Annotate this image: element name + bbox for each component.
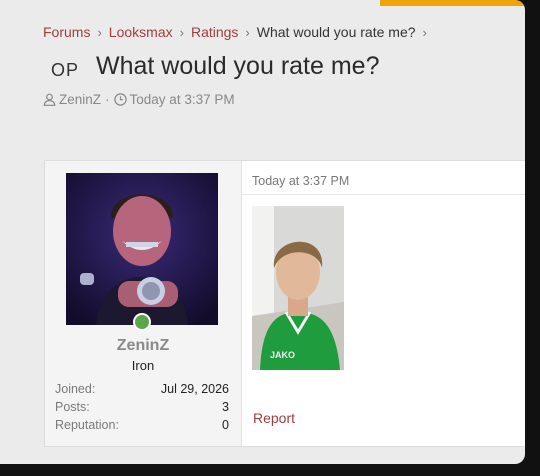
stat-label: Posts: [55,400,90,414]
stat-reputation: Reputation: 0 [55,416,229,434]
chevron-right-icon: › [179,24,184,40]
meta-separator: · [105,92,110,107]
post-message: ZeninZ Iron Joined: Jul 29, 2026 Posts: … [44,160,525,447]
breadcrumb-ratings[interactable]: Ratings [191,24,238,40]
jersey-text: JAKO [270,350,295,360]
thread-prefix-badge: OP [51,60,80,80]
breadcrumb: Forums › Looksmax › Ratings › What would… [43,24,434,40]
thread-time-link[interactable]: Today at 3:37 PM [130,92,235,107]
stat-posts: Posts: 3 [55,398,229,416]
stat-joined: Joined: Jul 29, 2026 [55,380,229,398]
breadcrumb-looksmax[interactable]: Looksmax [109,24,173,40]
breadcrumb-current-thread[interactable]: What would you rate me? [257,24,416,40]
thread-meta: ZeninZ · Today at 3:37 PM [43,92,235,107]
post-attachment-image[interactable]: JAKO [252,206,344,370]
post-timestamp[interactable]: Today at 3:37 PM [252,174,349,188]
accent-bar [380,0,525,6]
chevron-right-icon: › [422,24,427,40]
user-rank: Iron [131,358,155,373]
page-panel: Forums › Looksmax › Ratings › What would… [0,0,525,464]
chevron-right-icon: › [245,24,250,40]
post-header-divider [242,194,525,195]
report-link[interactable]: Report [253,410,295,426]
page-title: What would you rate me? [96,52,380,80]
post-username[interactable]: ZeninZ [45,337,241,355]
breadcrumb-forums[interactable]: Forums [43,24,90,40]
user-stats: Joined: Jul 29, 2026 Posts: 3 Reputation… [55,380,229,434]
user-icon [43,93,56,106]
stat-label: Reputation: [55,418,119,432]
stat-label: Joined: [55,382,96,396]
chevron-right-icon: › [97,24,102,40]
stat-value: 3 [222,400,229,414]
post-user-panel: ZeninZ Iron Joined: Jul 29, 2026 Posts: … [45,161,242,446]
stat-value: Jul 29, 2026 [160,382,229,396]
online-status-indicator [133,313,151,331]
stat-value: 0 [222,418,229,432]
clock-icon [113,93,127,106]
avatar[interactable] [66,173,218,325]
thread-author-link[interactable]: ZeninZ [59,92,101,107]
